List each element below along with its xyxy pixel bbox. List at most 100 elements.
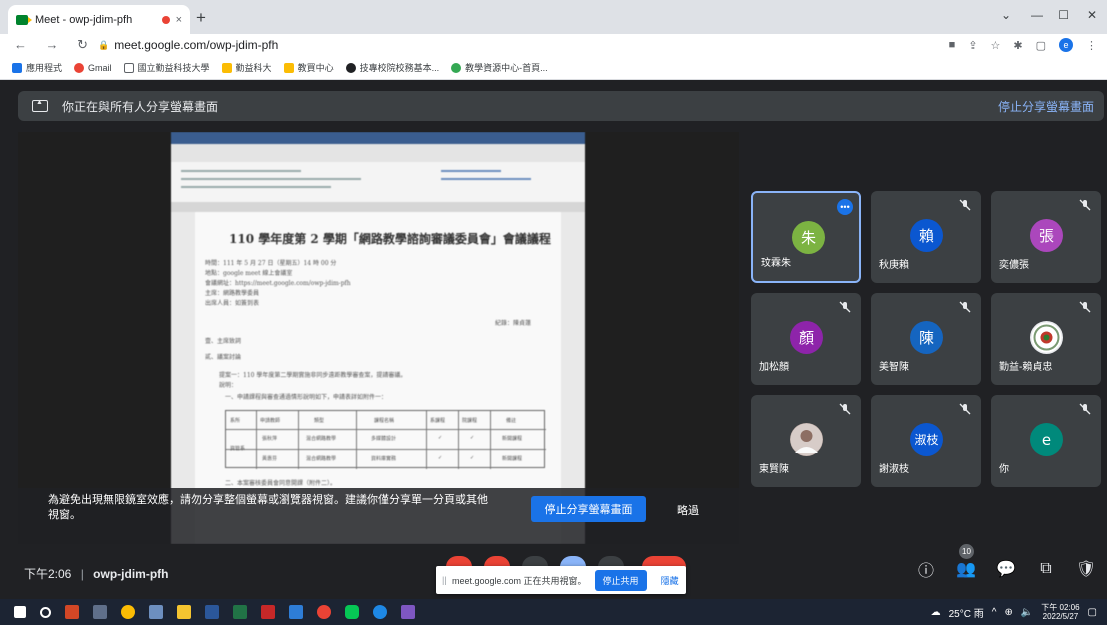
windows-taskbar: ☁ 25°C 雨 ^ ⊕ 🔈 下午 02:06 2022/5/27 ▢ [0,599,1107,625]
participant-tile[interactable]: 勤益-賴貞忠 [991,293,1101,385]
word-icon[interactable] [205,605,219,619]
search-icon[interactable] [40,606,51,618]
mic-off-icon [839,301,851,313]
participant-tile[interactable]: 東賢陳 [751,395,861,487]
document-table: 系所 申請教師 類型 課程名稱 系課程 院課程 備註 資管系 張秋萍 混合網路教… [225,410,546,469]
bookmark-item[interactable]: 教買中心 [283,61,334,74]
network-icon[interactable]: ⊕ [1004,607,1012,618]
drag-handle[interactable]: || [442,575,447,585]
infinity-mirror-warning: 為避免出現無限鏡室效應，請勿分享整個螢幕或瀏覽器視窗。建議你僅分享單一分頁或其他… [48,494,488,521]
mic-off-icon [959,199,971,211]
side-panel-icon[interactable]: ▢ [1036,39,1046,52]
new-tab-button[interactable]: + [196,8,206,28]
chrome-icon[interactable] [317,605,331,619]
maximize-button[interactable]: ☐ [1058,8,1069,22]
acrobat-icon[interactable] [261,605,275,619]
mic-off-icon [839,403,851,415]
participant-tile[interactable]: e 你 [991,395,1101,487]
doc-line: 貳、議案討論 [205,354,242,361]
tab-title: Meet - owp-jdim-pfh [35,13,133,26]
browser-tab[interactable]: Meet - owp-jdim-pfh × [8,5,190,34]
app-icon[interactable] [401,605,415,619]
tray-chevron-icon[interactable]: ^ [992,607,997,618]
weather-icon[interactable]: ☁ [931,607,941,618]
participant-name: 美智陳 [879,362,909,373]
clock-date: 2022/5/27 [1042,612,1079,621]
extensions-icon[interactable]: ✱ [1013,39,1022,52]
mic-off-icon [959,403,971,415]
presenting-banner: 你正在與所有人分享螢幕畫面 停止分享螢幕畫面 [18,91,1104,121]
powerpoint-icon[interactable] [65,605,79,619]
meeting-details-icon[interactable]: ⓘ [917,560,935,580]
volume-icon[interactable]: 🔈 [1021,607,1033,618]
participant-name: 你 [999,464,1009,475]
browser-tab-strip: Meet - owp-jdim-pfh × + ⌄ — ☐ ✕ [0,0,1107,34]
app-icon[interactable] [149,605,163,619]
bookmark-item[interactable]: 教學資源中心-首頁... [451,61,548,74]
separator: | [80,567,84,581]
bookmark-item[interactable]: 國立勤益科技大學 [123,61,210,74]
tab-search-icon[interactable]: ⌄ [1001,8,1011,22]
shared-document: 110 學年度第 2 學期「網路教學諮詢審議委員會」會議議程 時間：111 年 … [171,132,585,544]
dismiss-warning-button[interactable]: 略過 [677,502,699,518]
profile-avatar[interactable]: e [1059,38,1073,52]
participant-tile[interactable]: 陳 美智陳 [871,293,981,385]
chrome-icon[interactable] [121,605,135,619]
participant-tile[interactable]: 淑枝 謝淑枝 [871,395,981,487]
minimize-button[interactable]: — [1031,8,1043,22]
participant-name: 勤益-賴貞忠 [999,362,1053,373]
bookmark-item[interactable]: 應用程式 [12,61,62,74]
avatar: e [1030,423,1063,456]
reload-icon[interactable]: ↻ [77,37,88,53]
avatar: 賴 [910,219,943,252]
folder-icon [283,62,294,73]
calculator-icon[interactable] [93,605,107,619]
app-icon[interactable] [289,605,303,619]
forward-icon[interactable]: → [46,37,59,53]
more-options-icon[interactable]: ••• [837,199,853,215]
taskbar-clock[interactable]: 下午 02:06 2022/5/27 [1041,603,1079,621]
sharing-notice-text: meet.google.com 正在共用視窗。 [452,575,587,586]
share-icon[interactable]: ⇪ [968,39,977,52]
file-explorer-icon[interactable] [177,605,191,619]
participant-tile[interactable]: 顏 加松顏 [751,293,861,385]
activities-icon[interactable]: ⧉ [1037,560,1055,578]
present-screen-icon [32,99,48,112]
excel-icon[interactable] [233,605,247,619]
avatar: 顏 [790,321,823,354]
hide-notice-button[interactable]: 隱藏 [661,574,679,587]
participant-tile[interactable]: 賴 秋庚賴 [871,191,981,283]
close-window-button[interactable]: ✕ [1087,8,1097,22]
stop-presenting-link[interactable]: 停止分享螢幕畫面 [998,98,1094,115]
back-icon[interactable]: ← [14,37,27,53]
tab-close-button[interactable]: × [176,14,182,26]
chat-icon[interactable]: 💬 [996,560,1016,578]
bookmark-item[interactable]: 技專校院校務基本... [345,61,439,74]
mic-off-icon [959,301,971,313]
notification-icon[interactable]: ▢ [1088,607,1097,618]
menu-icon[interactable]: ⋮ [1086,39,1097,52]
page-icon [123,62,134,73]
weather-text[interactable]: 25°C 雨 [949,605,984,620]
side-control-icons: ⓘ 👥 10 💬 ⧉ 🛡 [917,544,1096,580]
people-icon[interactable]: 👥 10 [956,544,976,578]
system-tray: ☁ 25°C 雨 ^ ⊕ 🔈 下午 02:06 2022/5/27 ▢ [931,603,1097,621]
doc-line: 出席人員：如簽到表 [205,300,260,307]
stop-sharing-button[interactable]: 停止共用 [594,569,647,591]
windows-start-icon[interactable] [14,606,26,618]
bookmark-star-icon[interactable]: ☆ [991,39,1001,52]
bookmark-item[interactable]: 勤益科大 [221,61,272,74]
line-icon[interactable] [345,605,359,619]
participant-tile[interactable]: 張 奕儂張 [991,191,1101,283]
participant-name: 謝淑枝 [879,464,909,475]
avatar: 張 [1030,219,1063,252]
participant-tile[interactable]: 朱 ••• 玟霖朱 [751,191,861,283]
camera-in-use-icon[interactable]: ■ [949,39,956,51]
url-field[interactable]: meet.google.com/owp-jdim-pfh [114,38,278,52]
edge-icon[interactable] [373,605,387,619]
stop-presenting-button[interactable]: 停止分享螢幕畫面 [531,496,646,522]
host-controls-icon[interactable]: 🛡 [1076,560,1096,578]
document-title: 110 學年度第 2 學期「網路教學諮詢審議委員會」會議議程 [229,232,551,246]
lock-icon[interactable]: 🔒 [98,40,109,51]
bookmark-item[interactable]: Gmail [74,62,112,73]
